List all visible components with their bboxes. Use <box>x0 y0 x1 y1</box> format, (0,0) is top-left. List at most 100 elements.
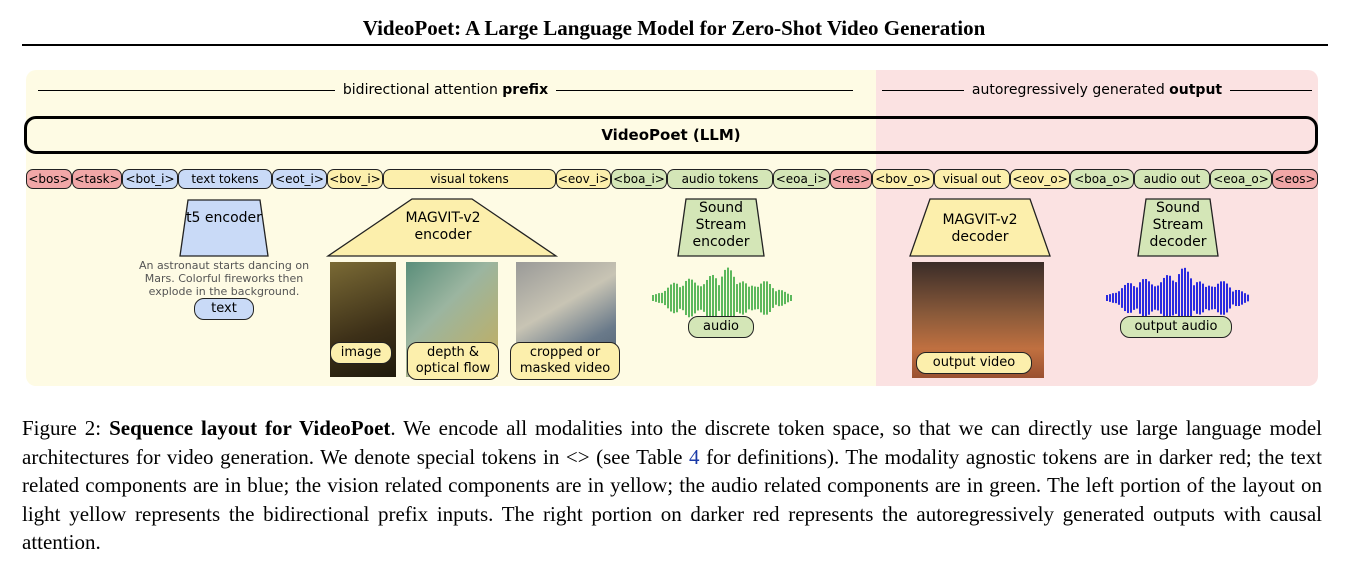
wave-bar <box>760 283 762 313</box>
wave-bar <box>736 284 738 312</box>
wave-bar <box>1154 286 1156 310</box>
wave-bar <box>1121 288 1123 308</box>
wave-bar <box>661 292 663 304</box>
wave-bar <box>1217 283 1219 313</box>
wave-bar <box>1211 286 1213 310</box>
wave-bar <box>1109 294 1111 302</box>
wave-bar <box>685 280 687 316</box>
wave-bar <box>676 283 678 313</box>
wave-bar <box>1190 278 1192 318</box>
wave-bar <box>682 285 684 311</box>
wave-bar <box>784 291 786 305</box>
wave-bar <box>790 295 792 301</box>
wave-bar <box>688 278 690 318</box>
wave-bar <box>655 294 657 302</box>
wave-bar <box>1139 282 1141 314</box>
t5-encoder-shape <box>179 199 269 257</box>
wave-bar <box>1229 287 1231 309</box>
wave-bar <box>1244 293 1246 303</box>
wave-bar <box>670 284 672 312</box>
wave-bar <box>1223 281 1225 315</box>
wave-bar <box>1202 283 1204 313</box>
wave-bar <box>754 286 756 310</box>
wave-bar <box>1142 279 1144 317</box>
wave-bar <box>706 279 708 317</box>
wave-bar <box>751 285 753 311</box>
wave-bar <box>1169 275 1171 321</box>
wave-bar <box>748 286 750 310</box>
wave-bar <box>745 283 747 313</box>
wave-bar <box>679 287 681 309</box>
wave-bar <box>703 284 705 312</box>
prompt-text: An astronaut starts dancing on Mars. Col… <box>138 259 310 298</box>
output-audio-pill: output audio <box>1120 316 1232 338</box>
wave-bar <box>1247 294 1249 302</box>
wave-bar <box>697 285 699 311</box>
wave-bar <box>1193 285 1195 311</box>
wave-bar <box>1238 289 1240 307</box>
wave-bar <box>769 283 771 313</box>
wave-bar <box>1124 284 1126 312</box>
wave-bar <box>775 291 777 305</box>
magvit-decoder-label: MAGVIT-v2 decoder <box>942 212 1018 245</box>
wave-bar <box>700 286 702 310</box>
wave-bar <box>1166 275 1168 321</box>
image-pill: image <box>330 342 392 364</box>
wave-bar <box>667 287 669 309</box>
wave-bar <box>709 276 711 320</box>
wave-bar <box>742 281 744 315</box>
wave-bar <box>1163 277 1165 319</box>
wave-bar <box>1130 283 1132 313</box>
wave-bar <box>1148 281 1150 315</box>
wave-bar <box>694 282 696 314</box>
wave-bar <box>715 278 717 318</box>
wave-bar <box>1226 283 1228 313</box>
output-video-pill: output video <box>916 352 1032 374</box>
wave-bar <box>664 290 666 306</box>
wave-bar <box>1235 289 1237 307</box>
wave-bar <box>712 274 714 322</box>
wave-bar <box>733 276 735 320</box>
wave-bar <box>787 293 789 303</box>
wave-bar <box>1205 286 1207 310</box>
wave-bar <box>1136 287 1138 309</box>
magvit-encoder-label: MAGVIT-v2 encoder <box>405 210 481 243</box>
table-ref-link[interactable]: 4 <box>689 445 700 469</box>
caption-label: Figure 2: <box>22 416 110 440</box>
t5-encoder-label: t5 encoder <box>186 210 262 226</box>
wave-bar <box>1133 286 1135 310</box>
wave-bar <box>1178 274 1180 322</box>
wave-bar <box>739 282 741 314</box>
depth-pill: depth & optical flow <box>407 342 499 380</box>
wave-bar <box>763 281 765 315</box>
cropped-pill: cropped or masked video <box>510 342 620 380</box>
sound-encoder-label: Sound Stream encoder <box>692 200 750 250</box>
text-pill: text <box>194 298 254 320</box>
wave-bar <box>772 288 774 308</box>
wave-bar <box>673 282 675 314</box>
wave-bar <box>718 285 720 311</box>
wave-bar <box>1127 282 1129 314</box>
wave-bar <box>1241 291 1243 305</box>
wave-bar <box>1112 293 1114 303</box>
wave-bar <box>766 281 768 315</box>
wave-bar <box>691 279 693 317</box>
wave-bar <box>1151 284 1153 312</box>
wave-bar <box>1106 295 1108 301</box>
wave-bar <box>1160 282 1162 314</box>
wave-bar <box>1232 291 1234 305</box>
figure-caption: Figure 2: Sequence layout for VideoPoet.… <box>22 414 1322 557</box>
wave-bar <box>1175 282 1177 314</box>
wave-bar <box>1172 280 1174 316</box>
wave-bar <box>1115 292 1117 304</box>
wave-bar <box>757 286 759 310</box>
wave-bar <box>721 276 723 320</box>
wave-bar <box>1145 278 1147 318</box>
wave-bar <box>658 293 660 303</box>
audio-pill: audio <box>688 316 754 338</box>
sound-decoder-label: Sound Stream decoder <box>1149 200 1207 250</box>
wave-bar <box>1208 285 1210 311</box>
wave-bar <box>1199 281 1201 315</box>
wave-bar <box>781 290 783 306</box>
wave-bar <box>778 289 780 307</box>
